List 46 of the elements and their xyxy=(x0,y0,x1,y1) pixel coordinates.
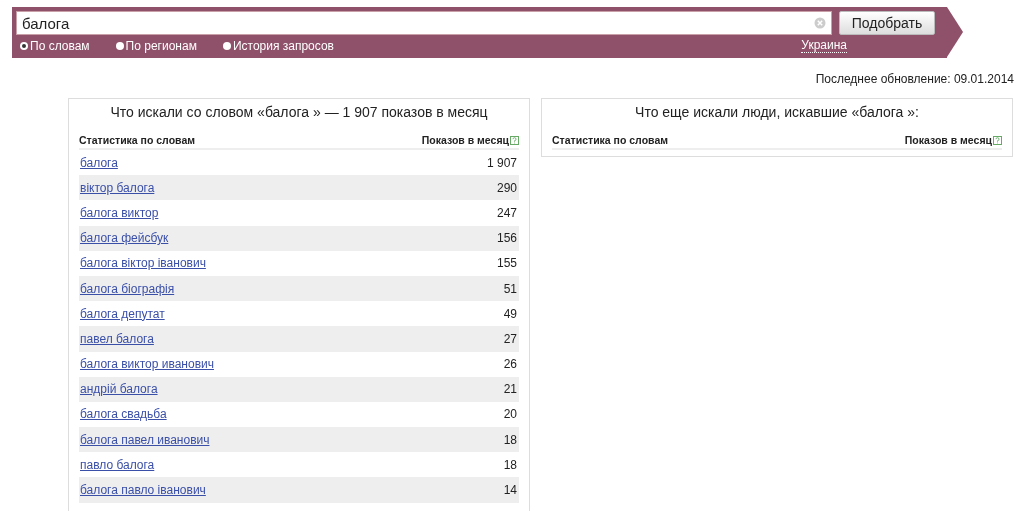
phrase-link[interactable]: балога віктор іванович xyxy=(80,256,206,271)
phrase-link[interactable]: балога xyxy=(80,155,118,170)
phrase-link[interactable]: балога виктор иванович xyxy=(80,357,214,372)
phrase-link[interactable]: балога виктор xyxy=(80,205,159,220)
phrase-link[interactable]: балога павло іванович xyxy=(80,483,206,498)
phrase-link[interactable]: андрій балога xyxy=(80,382,158,397)
count-cell: 49 xyxy=(503,306,517,321)
count-cell: 155 xyxy=(496,256,517,271)
panel-title: Что еще искали люди, искавшие «балога »: xyxy=(634,104,920,122)
count-cell: 18 xyxy=(503,457,517,472)
phrase-link[interactable]: віктор балога xyxy=(80,180,155,195)
phrase-link[interactable]: балога депутат xyxy=(80,306,165,321)
count-cell: 290 xyxy=(496,180,517,195)
count-cell: 20 xyxy=(503,407,517,422)
phrase-link[interactable]: балога фейсбук xyxy=(80,231,169,246)
count-cell: 247 xyxy=(496,205,517,220)
submit-button[interactable]: Подобрать xyxy=(839,11,935,35)
last-update-text: Последнее обновление: 09.01.2014 xyxy=(815,72,1014,86)
help-icon[interactable] xyxy=(510,135,519,145)
radio-option[interactable]: По регионам xyxy=(115,38,197,53)
help-icon[interactable] xyxy=(993,135,1002,145)
count-cell: 26 xyxy=(503,357,517,372)
count-cell: 1 907 xyxy=(486,155,517,170)
count-cell: 21 xyxy=(503,382,517,397)
count-cell: 51 xyxy=(503,281,517,296)
phrase-link[interactable]: балога біографія xyxy=(80,281,175,296)
phrase-link[interactable]: балога павел иванович xyxy=(80,432,210,447)
column-header: Показов в месяц xyxy=(421,134,509,146)
phrase-link[interactable]: павел балога xyxy=(80,331,154,346)
region-link[interactable]: Украина xyxy=(801,38,847,53)
radio-button[interactable] xyxy=(20,41,28,50)
column-header: Показов в месяц xyxy=(904,134,992,146)
radio-button[interactable] xyxy=(115,41,124,50)
count-cell: 156 xyxy=(496,231,517,246)
panel-title: Что искали со словом «балога » — 1 907 показов в месяц xyxy=(109,104,489,122)
radio-button[interactable] xyxy=(222,41,231,50)
radio-option[interactable]: По словам xyxy=(20,38,90,53)
column-header: Статистика по словам xyxy=(552,134,668,146)
phrase-link[interactable]: балога свадьба xyxy=(80,407,167,422)
search-field[interactable]: балога xyxy=(16,11,832,35)
radio-option[interactable]: История запросов xyxy=(222,38,334,53)
count-cell: 14 xyxy=(503,483,517,498)
phrase-link[interactable]: павло балога xyxy=(80,457,155,472)
count-cell: 27 xyxy=(503,331,517,346)
count-cell: 18 xyxy=(503,432,517,447)
column-header: Статистика по словам xyxy=(79,134,195,146)
